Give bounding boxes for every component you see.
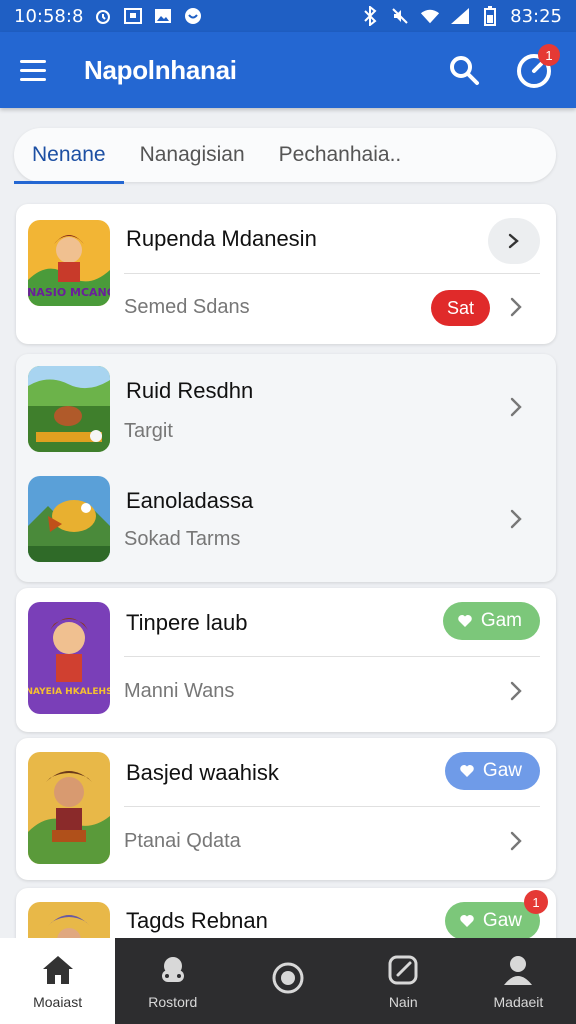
- heart-icon: [460, 915, 474, 927]
- list-item[interactable]: NAYEIA HKALEHS Tinpere laub Gam Manni Wa…: [16, 588, 556, 732]
- status-tag[interactable]: Gaw 1: [444, 890, 548, 940]
- record-icon: [270, 960, 306, 996]
- thumbnail-text: NAYEIA HKALEHS: [28, 687, 110, 697]
- bluetooth-icon: [360, 6, 380, 26]
- nav-item-record[interactable]: [230, 938, 345, 1024]
- game-thumbnail: [28, 366, 110, 452]
- chevron-right-icon[interactable]: [506, 394, 526, 420]
- app-title: Napolnhanai: [84, 54, 237, 85]
- profile-icon: [500, 952, 536, 988]
- game-title: Ruid Resdhn: [126, 378, 254, 403]
- chevron-right-icon[interactable]: [506, 678, 526, 704]
- nav-item-home[interactable]: Moaiast: [0, 938, 116, 1024]
- nav-label: Rostord: [148, 994, 198, 1010]
- nav-item-rostord[interactable]: Rostord: [115, 938, 230, 1024]
- list-item[interactable]: MANASIO MCANCAL Rupenda Mdanesin Semed S…: [16, 204, 556, 344]
- game-thumbnail: [28, 752, 110, 864]
- notification-badge: 1: [538, 44, 560, 66]
- game-title: Tagds Rebnan: [126, 908, 268, 933]
- game-thumbnail: [28, 476, 110, 562]
- notification-icon: [183, 6, 203, 26]
- menu-icon[interactable]: [20, 53, 54, 87]
- battery-icon: [480, 6, 500, 26]
- chevron-right-icon[interactable]: [506, 506, 526, 532]
- alarm-icon: [93, 6, 113, 26]
- game-subtitle: Semed Sdans: [124, 296, 250, 318]
- status-bar: 10:58:8 83:25: [0, 0, 576, 32]
- status-time-left: 10:58:8: [14, 5, 84, 27]
- game-thumbnail: NAYEIA HKALEHS: [28, 602, 110, 714]
- nav-item-nain[interactable]: Nain: [346, 938, 461, 1024]
- tag-label: Gaw: [482, 910, 522, 931]
- gamepad-icon: [155, 952, 191, 988]
- tab-nanagisian[interactable]: Nanagisian: [140, 128, 245, 182]
- game-title: Rupenda Mdanesin: [126, 226, 317, 251]
- home-icon: [40, 952, 76, 988]
- tag-badge: 1: [524, 890, 548, 914]
- tag-label: Gam: [480, 610, 522, 631]
- tab-nenane[interactable]: Nenane: [14, 128, 124, 184]
- tag-label: Gaw: [482, 760, 522, 781]
- tab-pechanhaia[interactable]: Pechanhaia..: [279, 128, 402, 182]
- signal-icon: [450, 6, 470, 26]
- game-thumbnail: MANASIO MCANCAL: [28, 220, 110, 306]
- bottom-nav: Moaiast Rostord Nain Madaeit: [0, 938, 576, 1024]
- divider: [124, 806, 540, 807]
- heart-icon: [460, 765, 474, 777]
- status-tag[interactable]: Sat: [430, 290, 490, 326]
- list-item[interactable]: Basjed waahisk Gaw Ptanai Qdata: [16, 738, 556, 880]
- nav-label: Moaiast: [33, 994, 83, 1010]
- game-title: Eanoladassa: [126, 488, 254, 513]
- timer-icon[interactable]: 1: [512, 44, 560, 92]
- tab-bar: Nenane Nanagisian Pechanhaia..: [14, 128, 556, 184]
- nav-label: Madaeit: [493, 994, 544, 1010]
- heart-icon: [458, 615, 472, 627]
- game-subtitle: Ptanai Qdata: [124, 830, 241, 852]
- mute-icon: [390, 6, 410, 26]
- status-time-right: 83:25: [510, 5, 562, 27]
- divider: [124, 273, 540, 274]
- app-bar: Napolnhanai 1: [0, 32, 576, 108]
- chevron-right-icon[interactable]: [506, 294, 526, 320]
- nav-item-profile[interactable]: Madaeit: [461, 938, 576, 1024]
- thumbnail-text: MANASIO MCANCAL: [28, 286, 110, 299]
- status-tag[interactable]: Gam: [442, 602, 540, 640]
- search-icon[interactable]: [442, 48, 486, 92]
- nav-label: Nain: [388, 994, 418, 1010]
- edit-icon: [385, 952, 421, 988]
- image-icon: [153, 6, 173, 26]
- game-subtitle: Manni Wans: [124, 680, 235, 702]
- open-button[interactable]: [488, 218, 540, 264]
- game-title: Basjed waahisk: [126, 760, 279, 785]
- chevron-right-icon[interactable]: [506, 828, 526, 854]
- status-tag[interactable]: Gaw: [444, 752, 540, 790]
- list-group: Ruid Resdhn Targit Eanoladassa Sokad Tar…: [16, 354, 556, 582]
- cast-icon: [123, 6, 143, 26]
- wifi-icon: [420, 6, 440, 26]
- game-subtitle: Sokad Tarms: [124, 528, 241, 550]
- game-title: Tinpere laub: [126, 610, 248, 635]
- game-subtitle: Targit: [124, 420, 173, 442]
- divider: [124, 656, 540, 657]
